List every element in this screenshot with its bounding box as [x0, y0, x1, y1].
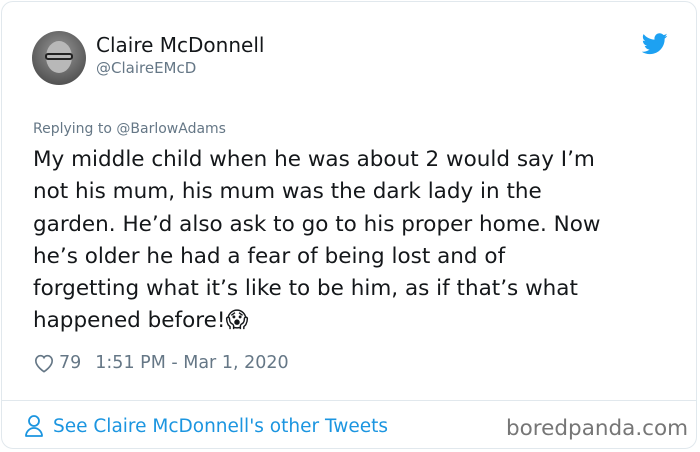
tweet-timestamp[interactable]: 1:51 PM - Mar 1, 2020 [95, 353, 288, 373]
tweet-text: My middle child when he was about 2 woul… [33, 144, 683, 338]
person-icon [25, 415, 43, 437]
tweet-meta: 79 1:51 PM - Mar 1, 2020 [33, 351, 289, 375]
reply-context: Replying to @BarlowAdams [33, 121, 226, 137]
see-other-tweets-link[interactable]: See Claire McDonnell's other Tweets [24, 414, 388, 438]
tweet-body: My middle child when he was about 2 woul… [33, 147, 601, 334]
like-count[interactable]: 79 [59, 353, 81, 373]
author-name[interactable]: Claire McDonnell [96, 33, 264, 57]
avatar-glasses [45, 53, 73, 60]
avatar[interactable] [32, 31, 86, 85]
author-handle[interactable]: @ClaireEMcD [96, 59, 196, 77]
divider [2, 400, 697, 401]
twitter-bird-icon[interactable] [642, 33, 668, 55]
scream-emoji-icon: 😱 [225, 308, 249, 334]
reply-prefix: Replying to [33, 121, 112, 137]
boredpanda-watermark: boredpanda.com [506, 416, 689, 441]
reply-user-link[interactable]: @BarlowAdams [116, 121, 226, 137]
heart-icon[interactable] [33, 353, 55, 373]
see-other-tweets-label[interactable]: See Claire McDonnell's other Tweets [53, 416, 388, 437]
